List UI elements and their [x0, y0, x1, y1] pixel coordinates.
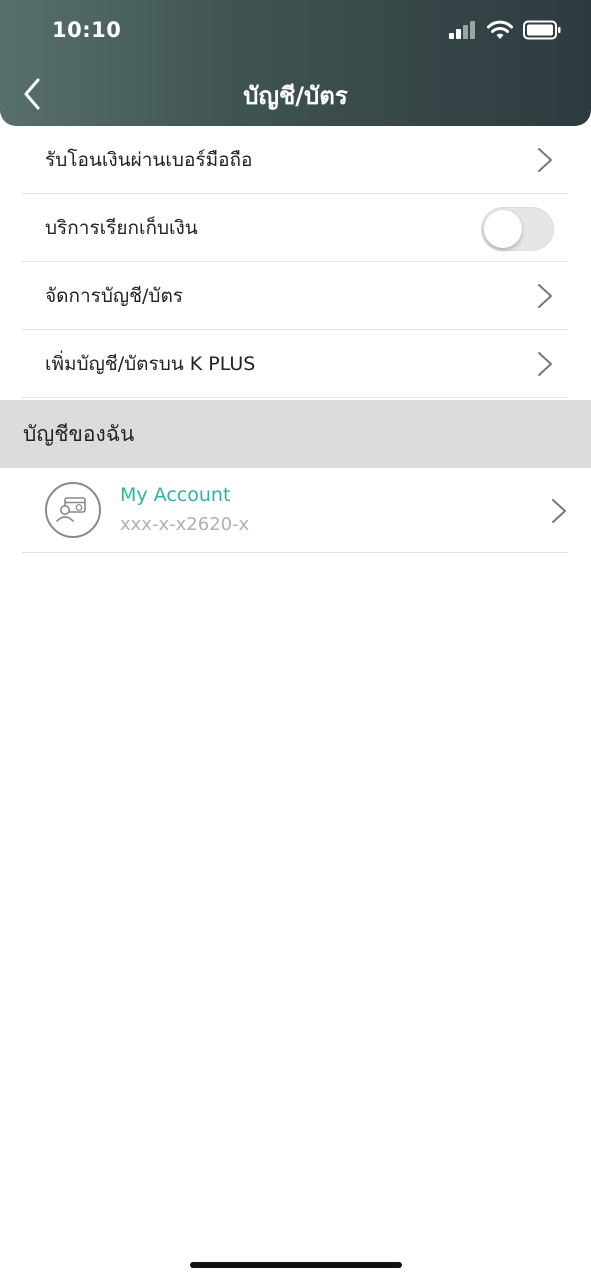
- account-list-item[interactable]: My Account xxx-x-x2620-x: [22, 468, 568, 553]
- wifi-icon: [487, 20, 513, 39]
- toggle-knob: [484, 210, 522, 248]
- account-avatar: [45, 482, 101, 538]
- chevron-right-icon: [552, 499, 566, 523]
- chevron-right-icon: [538, 352, 552, 376]
- menu-item-label: จัดการบัญชี/บัตร: [45, 284, 184, 307]
- menu-item-label: เพิ่มบัญชี/บัตรบน K PLUS: [45, 352, 256, 375]
- settings-menu: รับโอนเงินผ่านเบอร์มือถือ บริการเรียกเก็…: [22, 126, 568, 398]
- chevron-right-icon: [538, 148, 552, 172]
- account-name: My Account: [120, 484, 231, 506]
- menu-item-billing-service: บริการเรียกเก็บเงิน: [22, 194, 568, 262]
- home-indicator[interactable]: [190, 1262, 402, 1268]
- app-header: 10:10 บัญชี/บัตร: [0, 0, 591, 126]
- chevron-right-icon: [538, 284, 552, 308]
- menu-item-label: รับโอนเงินผ่านเบอร์มือถือ: [45, 148, 253, 171]
- menu-item-label: บริการเรียกเก็บเงิน: [45, 216, 198, 239]
- battery-icon: [523, 20, 561, 40]
- my-accounts-section-header: บัญชีของฉัน: [0, 400, 591, 468]
- section-title: บัญชีของฉัน: [23, 421, 135, 446]
- menu-item-add-account[interactable]: เพิ่มบัญชี/บัตรบน K PLUS: [22, 330, 568, 398]
- menu-item-receive-via-phone[interactable]: รับโอนเงินผ่านเบอร์มือถือ: [22, 126, 568, 194]
- status-icons: [449, 20, 561, 40]
- cellular-signal-icon: [449, 21, 475, 39]
- menu-item-manage-accounts[interactable]: จัดการบัญชี/บัตร: [22, 262, 568, 330]
- page-title: บัญชี/บัตร: [243, 82, 348, 110]
- status-time: 10:10: [52, 18, 122, 42]
- account-card-user-icon: [56, 497, 86, 522]
- billing-service-toggle[interactable]: [481, 207, 554, 251]
- account-number: xxx-x-x2620-x: [120, 514, 250, 535]
